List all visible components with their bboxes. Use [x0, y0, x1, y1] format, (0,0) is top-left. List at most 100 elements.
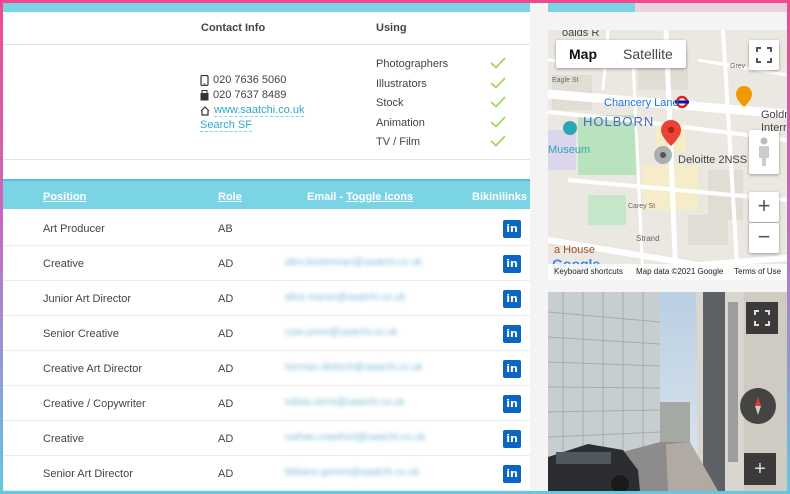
- check-icon: [490, 116, 506, 128]
- role-cell: AD: [218, 433, 234, 445]
- linkedin-icon[interactable]: in: [503, 465, 521, 483]
- role-cell: AD: [218, 468, 234, 480]
- search-row: Search SF: [200, 119, 252, 132]
- phone-row: 020 7636 5060: [200, 74, 286, 86]
- position-cell: Senior Art Director: [43, 468, 133, 480]
- fullscreen-icon: [754, 310, 770, 326]
- street-view[interactable]: +: [548, 292, 787, 491]
- compass-icon: [755, 397, 761, 415]
- check-icon: [490, 57, 506, 69]
- email-link[interactable]: fabiano.gomes@saatchi.co.uk: [285, 467, 419, 478]
- zoom-out-button[interactable]: −: [749, 223, 779, 253]
- role-cell: AD: [218, 398, 234, 410]
- using-header: Using: [376, 22, 407, 34]
- table-row: Creative Art Director AD herman.dietrich@s…: [3, 351, 530, 386]
- position-cell: Creative: [43, 433, 84, 445]
- divider: [3, 44, 530, 45]
- table-row: Art Producer AB in: [3, 211, 530, 246]
- table-row: Creative / Copywriter AD tobias.tenni@saat…: [3, 386, 530, 421]
- table-row: Senior Art Director AD fabiano.gomes@saatc…: [3, 456, 530, 491]
- role-cell: AB: [218, 223, 233, 235]
- position-cell: Art Producer: [43, 223, 105, 235]
- position-cell: Senior Creative: [43, 328, 119, 340]
- street-view-zoom-in-button[interactable]: +: [744, 453, 776, 485]
- map-footer: Keyboard shortcuts Map data ©2021 Google…: [548, 264, 787, 280]
- map-label-museum: Museum: [548, 144, 591, 156]
- using-item: Stock: [376, 97, 404, 109]
- position-cell: Creative: [43, 258, 84, 270]
- email-column-header: Email - Toggle Icons: [307, 191, 413, 203]
- table-row: Creative AD nathan.crawford@saatchi.co.uk i…: [3, 421, 530, 456]
- map-label-goldm: Goldm: [761, 109, 787, 121]
- street-view-fullscreen-button[interactable]: [746, 302, 778, 334]
- bikinilinks-column-header: Bikinilinks: [472, 191, 528, 203]
- top-accent-strip: [3, 3, 530, 12]
- fax-row: 020 7637 8489: [200, 89, 286, 101]
- linkedin-icon[interactable]: in: [503, 395, 521, 413]
- map-label-eagle-st: Eagle St: [552, 77, 579, 84]
- role-column-header[interactable]: Role: [218, 191, 242, 203]
- linkedin-icon[interactable]: in: [503, 360, 521, 378]
- linkedin-icon[interactable]: in: [503, 325, 521, 343]
- email-header-label: Email -: [307, 191, 347, 203]
- fullscreen-button[interactable]: [749, 40, 779, 70]
- map-label-deloitte: Deloitte 2NSS: [678, 154, 748, 166]
- map-label-chancery-lane: Chancery Lane: [604, 97, 679, 109]
- email-link[interactable]: alice.maran@saatchi.co.uk: [285, 292, 405, 303]
- search-sf-link[interactable]: Search SF: [200, 119, 252, 132]
- fax-number: 020 7637 8489: [213, 89, 287, 101]
- linkedin-icon[interactable]: in: [503, 220, 521, 238]
- home-icon: [200, 105, 210, 116]
- map-label-greville: Grev: [730, 63, 746, 70]
- position-column-header[interactable]: Position: [43, 191, 86, 203]
- satellite-tab[interactable]: Satellite: [610, 40, 686, 68]
- google-map[interactable]: Map Satellite + − Chancery Lane HOLBORN …: [548, 30, 787, 280]
- using-item: Animation: [376, 117, 425, 129]
- using-item: Photographers: [376, 58, 449, 70]
- zoom-in-button[interactable]: +: [749, 192, 779, 222]
- linkedin-icon[interactable]: in: [503, 290, 521, 308]
- map-type-control: Map Satellite: [556, 40, 686, 68]
- fax-icon: [200, 89, 209, 100]
- website-link[interactable]: www.saatchi.co.uk: [214, 104, 305, 117]
- pegman-control[interactable]: [749, 130, 779, 174]
- agency-panel: Contact Info Using 020 7636 5060 020 763…: [3, 3, 530, 491]
- linkedin-icon[interactable]: in: [503, 430, 521, 448]
- pegman-icon: [759, 137, 769, 166]
- map-label-oalds: oalds R: [562, 30, 600, 39]
- check-icon: [490, 96, 506, 108]
- map-tab[interactable]: Map: [556, 40, 610, 68]
- table-row: Junior Art Director AD alice.maran@saatchi…: [3, 281, 530, 316]
- email-link[interactable]: herman.dietrich@saatchi.co.uk: [285, 362, 422, 373]
- terms-of-use-link[interactable]: Terms of Use: [734, 267, 781, 276]
- phone-number: 020 7636 5060: [213, 74, 287, 86]
- phone-icon: [200, 74, 209, 86]
- using-item: Illustrators: [376, 78, 427, 90]
- table-row: Creative AD alex.bosterman@saatchi.co.uk in: [3, 246, 530, 281]
- position-cell: Junior Art Director: [43, 293, 132, 305]
- table-row: Senior Creative AD ryan.price@saatchi.co.u…: [3, 316, 530, 351]
- map-label-holborn: HOLBORN: [583, 114, 655, 129]
- map-label-carey-st: Carey St: [628, 203, 656, 210]
- position-cell: Creative / Copywriter: [43, 398, 146, 410]
- email-link[interactable]: ryan.price@saatchi.co.uk: [285, 327, 397, 338]
- compass-control[interactable]: [740, 388, 776, 424]
- linkedin-icon[interactable]: in: [503, 255, 521, 273]
- divider: [3, 159, 530, 160]
- role-cell: AD: [218, 328, 234, 340]
- check-icon: [490, 77, 506, 89]
- map-label-house: a House: [554, 244, 595, 256]
- using-item: TV / Film: [376, 136, 420, 148]
- email-link[interactable]: nathan.crawford@saatchi.co.uk: [285, 432, 425, 443]
- email-link[interactable]: alex.bosterman@saatchi.co.uk: [285, 257, 422, 268]
- email-link[interactable]: tobias.tenni@saatchi.co.uk: [285, 397, 405, 408]
- page-frame: Contact Info Using 020 7636 5060 020 763…: [3, 3, 787, 491]
- role-cell: AD: [218, 363, 234, 375]
- position-cell: Creative Art Director: [43, 363, 143, 375]
- keyboard-shortcuts-link[interactable]: Keyboard shortcuts: [554, 267, 623, 276]
- right-top-strip: [548, 3, 787, 12]
- website-row: www.saatchi.co.uk: [200, 104, 305, 117]
- map-label-strand: Strand: [636, 234, 660, 243]
- toggle-icons-link[interactable]: Toggle Icons: [346, 191, 413, 203]
- map-label-inter: Interr: [761, 122, 787, 134]
